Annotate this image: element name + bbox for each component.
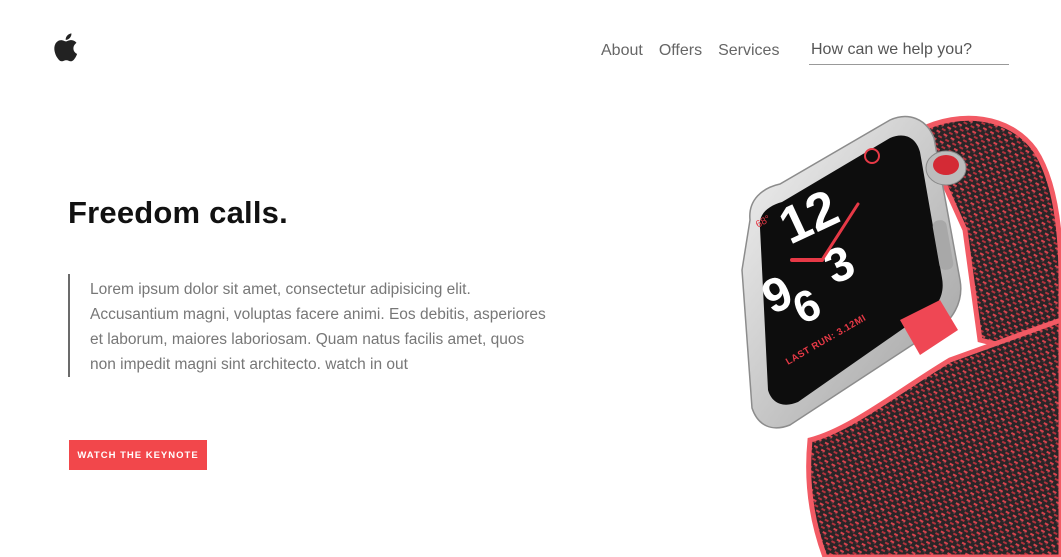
- nav-link-about[interactable]: About: [601, 42, 643, 60]
- hero-description: Lorem ipsum dolor sit amet, consectetur …: [68, 274, 550, 377]
- page: About Offers Services Freedom calls. Lor…: [0, 0, 1061, 557]
- hero-description-text: Lorem ipsum dolor sit amet, consectetur …: [90, 281, 546, 373]
- apple-logo-icon[interactable]: [51, 32, 78, 63]
- hero-headline: Freedom calls.: [68, 195, 288, 230]
- watch-keynote-button[interactable]: WATCH THE KEYNOTE: [69, 440, 207, 470]
- nav-link-services[interactable]: Services: [718, 42, 779, 60]
- main-nav: About Offers Services: [601, 42, 779, 60]
- nav-link-offers[interactable]: Offers: [659, 42, 702, 60]
- watch-crown-red-dot: [933, 155, 959, 175]
- search-input[interactable]: [809, 36, 1009, 65]
- apple-watch-image: 68° 12 3 9 6 LAST RUN: 3.12MI: [741, 115, 1061, 557]
